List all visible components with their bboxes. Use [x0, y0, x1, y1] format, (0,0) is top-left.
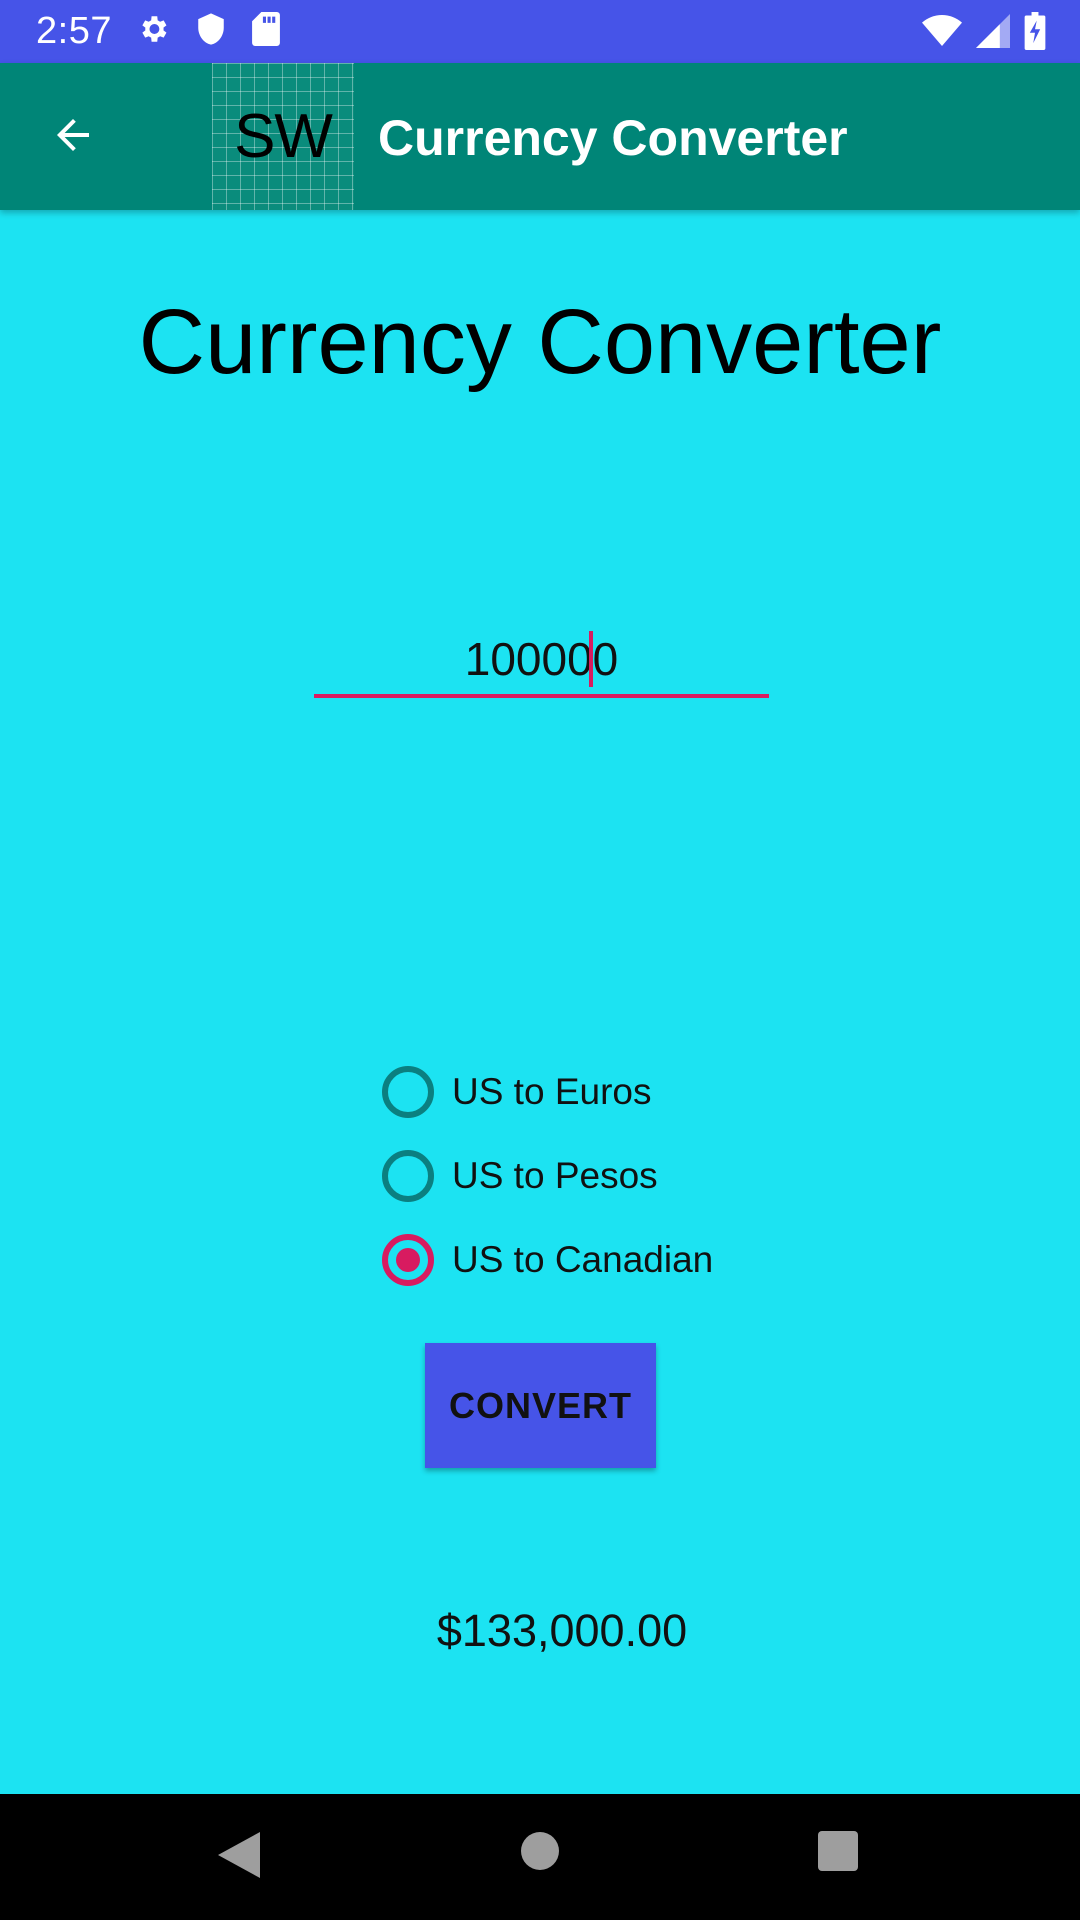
radio-label: US to Euros: [452, 1071, 652, 1112]
status-system-icons: [922, 12, 1046, 55]
radio-label: US to Canadian: [452, 1239, 714, 1280]
radio-us-to-canadian[interactable]: US to Canadian: [382, 1218, 713, 1302]
text-cursor: [589, 631, 593, 687]
radio-button-unchecked[interactable]: [382, 1066, 434, 1118]
conversion-radio-group: US to Euros US to Pesos US to Canadian: [382, 1050, 713, 1302]
convert-button[interactable]: CONVERT: [425, 1343, 656, 1468]
radio-button-unchecked[interactable]: [382, 1150, 434, 1202]
toolbar-title: Currency Converter: [378, 110, 848, 166]
system-nav-bar: [0, 1794, 1080, 1920]
back-button[interactable]: [38, 105, 108, 169]
app-bar: SW Currency Converter: [0, 63, 1080, 210]
amount-field[interactable]: [314, 626, 769, 698]
sd-card-icon: [252, 12, 280, 51]
radio-label: US to Pesos: [452, 1155, 658, 1196]
wifi-icon: [922, 14, 962, 53]
arrow-back-icon: [49, 111, 97, 164]
shield-icon: [196, 12, 226, 51]
status-time: 2:57: [36, 10, 112, 52]
status-bar: 2:57: [0, 0, 1080, 63]
app-logo: SW: [212, 63, 354, 210]
nav-recents-icon[interactable]: [818, 1831, 858, 1871]
nav-back-icon[interactable]: [218, 1832, 260, 1883]
logo-text: SW: [234, 102, 333, 171]
gear-icon: [136, 12, 170, 51]
nav-home-icon[interactable]: [521, 1832, 559, 1870]
signal-icon: [976, 14, 1010, 53]
page-title: Currency Converter: [138, 291, 942, 393]
conversion-result: $133,000.00: [436, 1605, 688, 1656]
amount-input[interactable]: [314, 626, 769, 692]
radio-us-to-euros[interactable]: US to Euros: [382, 1050, 713, 1134]
status-notification-icons: [136, 12, 280, 51]
radio-us-to-pesos[interactable]: US to Pesos: [382, 1134, 713, 1218]
battery-charging-icon: [1024, 12, 1046, 55]
radio-button-checked[interactable]: [382, 1234, 434, 1286]
